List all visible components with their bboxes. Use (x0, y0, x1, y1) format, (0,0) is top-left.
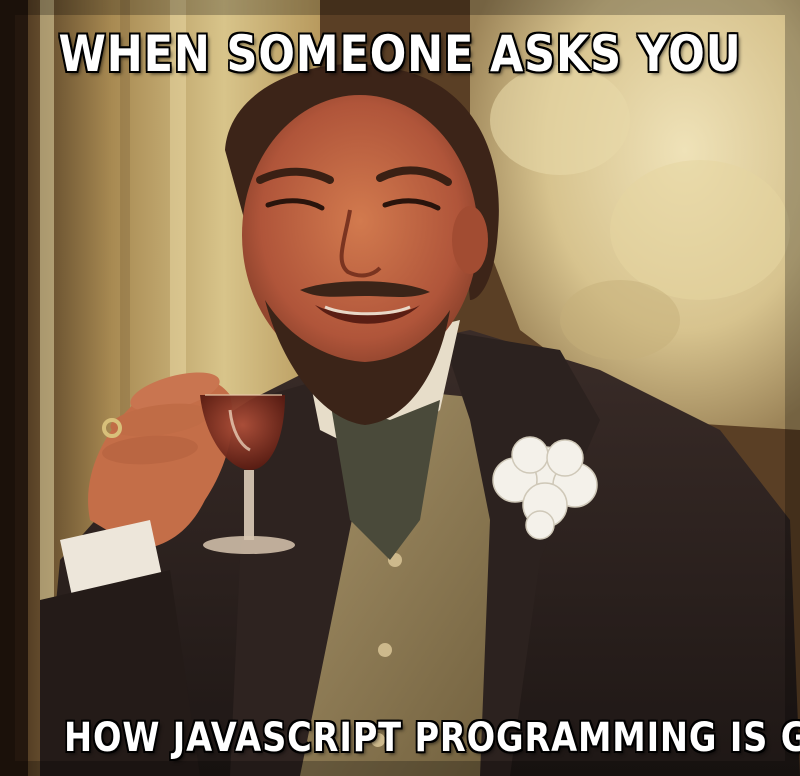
meme-image: WHEN SOMEONE ASKS YOU HOW JAVASCRIPT PRO… (0, 0, 800, 776)
meme-photo (0, 0, 800, 776)
meme-top-caption: WHEN SOMEONE ASKS YOU (58, 24, 742, 84)
meme-bottom-caption: HOW JAVASCRIPT PROGRAMMING IS GOING (63, 714, 800, 762)
